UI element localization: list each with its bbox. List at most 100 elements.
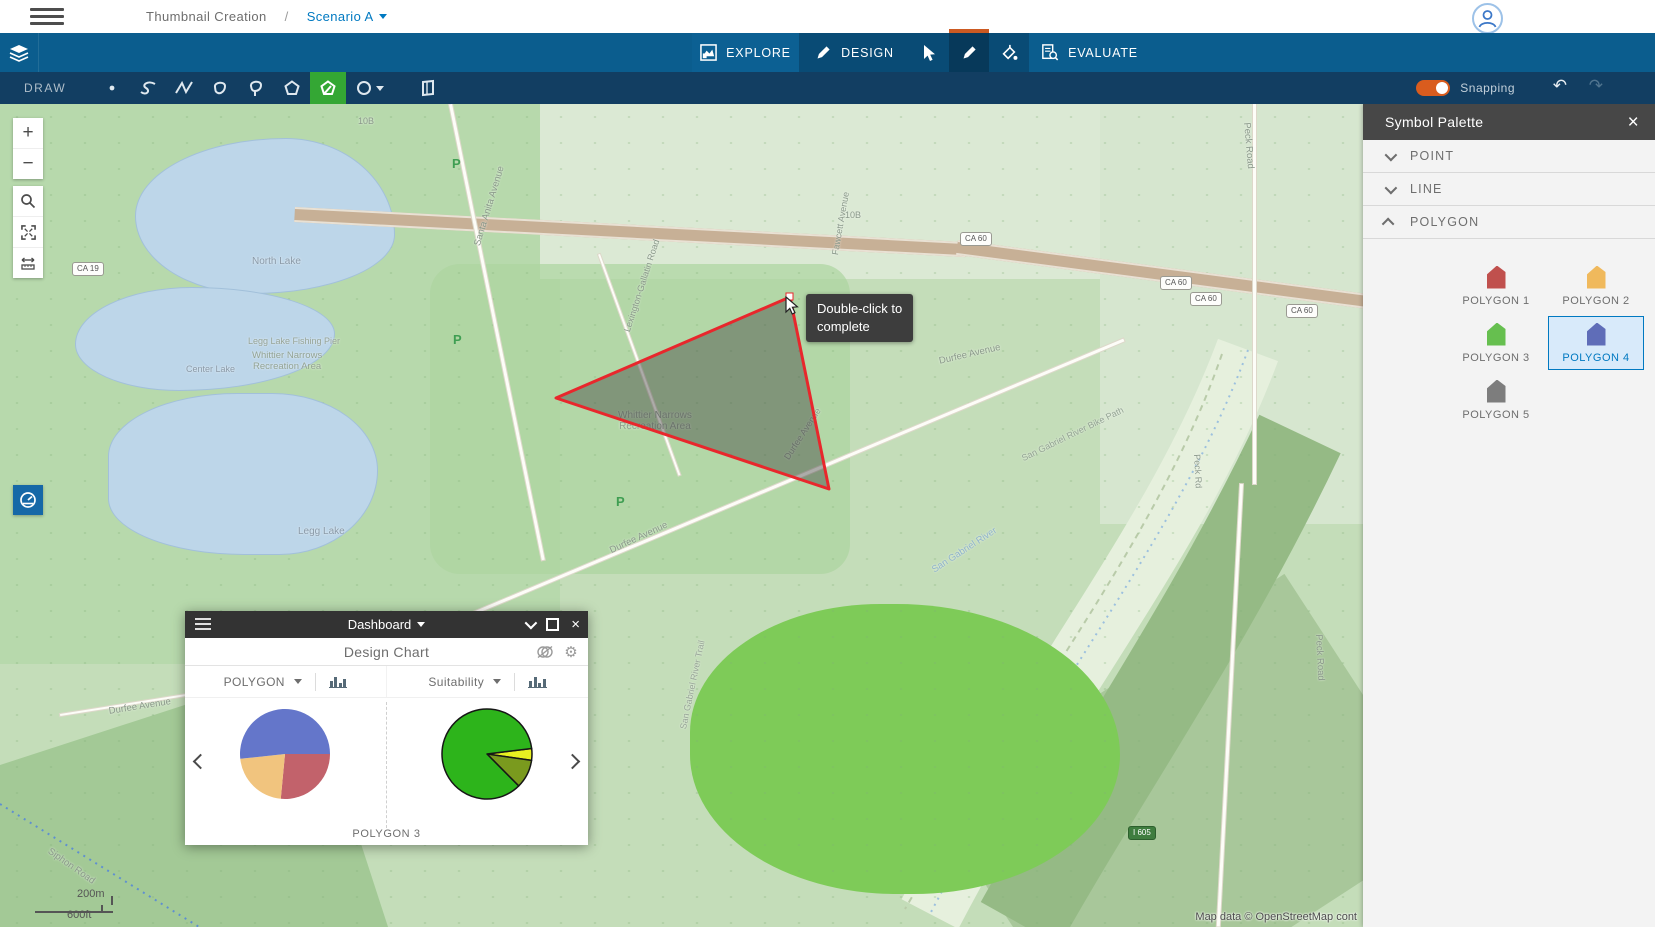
- polygon-symbol-tile[interactable]: POLYGON 5: [1448, 373, 1544, 427]
- chart1-controls: POLYGON: [185, 666, 386, 697]
- close-icon[interactable]: ×: [571, 617, 580, 632]
- scale-metric: 200m: [77, 888, 105, 900]
- section-polygon[interactable]: POLYGON: [1363, 206, 1655, 239]
- user-avatar[interactable]: [1472, 3, 1503, 34]
- polygon-symbol-label: POLYGON 3: [1462, 352, 1529, 364]
- section-line[interactable]: LINE: [1363, 173, 1655, 206]
- draw-tool-button[interactable]: [949, 33, 989, 72]
- polygon-swatch-icon: [1487, 266, 1506, 289]
- dashboard-subtitle: Design Chart: [344, 644, 429, 660]
- map-attribution: Map data © OpenStreetMap cont: [1195, 911, 1357, 923]
- scale-imperial: 600ft: [67, 909, 91, 921]
- tab-explore[interactable]: EXPLORE: [692, 33, 799, 72]
- chart2-controls: Suitability: [386, 666, 588, 697]
- measure-icon: [20, 255, 36, 271]
- breadcrumb: Thumbnail Creation / Scenario A: [146, 9, 387, 24]
- maximize-icon[interactable]: [546, 618, 559, 631]
- shape-from-map-icon: [419, 79, 437, 97]
- redo-button[interactable]: ↷: [1589, 76, 1603, 96]
- chart2-field-dropdown[interactable]: Suitability: [428, 675, 484, 689]
- tab-evaluate-label: EVALUATE: [1068, 46, 1138, 60]
- pie-chart-suitability[interactable]: [439, 706, 535, 802]
- freehand-line-icon: [138, 79, 158, 97]
- carousel-next-button[interactable]: [565, 754, 581, 770]
- shape-from-map-tool-button[interactable]: [410, 72, 446, 104]
- tab-evaluate[interactable]: EVALUATE: [1029, 33, 1150, 72]
- pie-chart-polygon[interactable]: [237, 706, 333, 802]
- scenario-dropdown[interactable]: Scenario A: [307, 9, 387, 24]
- chevron-down-icon[interactable]: [294, 679, 302, 684]
- layers-button[interactable]: [0, 33, 39, 72]
- measure-button[interactable]: [13, 248, 43, 278]
- top-bar: Thumbnail Creation / Scenario A: [0, 0, 1655, 33]
- app-menu-icon[interactable]: [30, 8, 64, 25]
- freehand-polygon-tool-button[interactable]: [202, 72, 238, 104]
- circle-tool-button[interactable]: [346, 72, 394, 104]
- map-tools: [13, 186, 43, 278]
- snapping-label: Snapping: [1460, 81, 1515, 95]
- tab-design[interactable]: DESIGN: [799, 33, 910, 72]
- point-tool-button[interactable]: [94, 72, 130, 104]
- polygon-tool-button[interactable]: [274, 72, 310, 104]
- dashboard-title: Dashboard: [348, 617, 412, 632]
- symbol-palette-header: Symbol Palette ×: [1363, 104, 1655, 140]
- gear-icon[interactable]: ⚙: [564, 643, 578, 661]
- polyline-tool-button[interactable]: [166, 72, 202, 104]
- gauge-icon: [19, 491, 37, 509]
- dashboard-title-bar[interactable]: Dashboard ×: [185, 611, 588, 638]
- polygon-symbol-tile[interactable]: POLYGON 1: [1448, 259, 1544, 313]
- dashboard-window: Dashboard × Design Chart ⚙ POLYGON Suita…: [185, 611, 588, 845]
- pie-slice-blue[interactable]: [240, 709, 330, 759]
- polygon-symbol-label: POLYGON 1: [1462, 295, 1529, 307]
- pencil-icon: [961, 44, 978, 61]
- freehand-autocomplete-tool-button[interactable]: [238, 72, 274, 104]
- default-extent-button[interactable]: [13, 217, 43, 248]
- zoom-control: + −: [13, 118, 43, 179]
- arrow-cursor-icon: [922, 44, 938, 62]
- freehand-polygon-icon: [210, 79, 230, 97]
- close-icon[interactable]: ×: [1628, 113, 1639, 132]
- bar-chart-toggle-icon[interactable]: [329, 675, 348, 688]
- dashboard-subheader: Design Chart ⚙: [185, 638, 588, 666]
- freehand-line-tool-button[interactable]: [130, 72, 166, 104]
- chart1-field-dropdown[interactable]: POLYGON: [224, 675, 285, 689]
- mouse-cursor-icon: [784, 296, 802, 316]
- chevron-down-icon[interactable]: [493, 679, 501, 684]
- polygon-symbol-tile[interactable]: POLYGON 2: [1548, 259, 1644, 313]
- undo-button[interactable]: ↶: [1553, 76, 1567, 96]
- select-tool-button[interactable]: [910, 33, 949, 72]
- visibility-toggle-icon[interactable]: [536, 645, 554, 659]
- polygon-symbol-label: POLYGON 5: [1462, 409, 1529, 421]
- snapping-toggle[interactable]: [1416, 80, 1450, 96]
- autocomplete-polygon-tool-button[interactable]: [310, 72, 346, 104]
- tab-design-label: DESIGN: [841, 46, 894, 60]
- search-button[interactable]: [13, 186, 43, 217]
- draw-tooltip: Double-click to complete: [806, 294, 913, 342]
- pie-slice-orange[interactable]: [240, 754, 285, 799]
- zoom-in-button[interactable]: +: [13, 118, 43, 149]
- zoom-out-button[interactable]: −: [13, 149, 43, 179]
- polygon-symbol-grid: POLYGON 1 POLYGON 2 POLYGON 3 POLYGON 4 POLY…: [1363, 239, 1655, 427]
- breadcrumb-project[interactable]: Thumbnail Creation: [146, 9, 267, 24]
- section-point[interactable]: POINT: [1363, 140, 1655, 173]
- polygon-swatch-icon: [1487, 380, 1506, 403]
- breadcrumb-separator: /: [285, 9, 289, 24]
- section-line-label: LINE: [1410, 182, 1443, 196]
- scale-bar: 200m 600ft: [35, 888, 155, 924]
- tooltip-line1: Double-click to: [817, 300, 902, 318]
- pie-slice-red[interactable]: [281, 754, 330, 799]
- dashboard-gauge-button[interactable]: [13, 485, 43, 515]
- polygon-swatch-icon: [1587, 266, 1606, 289]
- section-polygon-label: POLYGON: [1410, 215, 1479, 229]
- carousel-prev-button[interactable]: [193, 754, 209, 770]
- polygon-icon: [283, 79, 301, 97]
- polygon-symbol-tile[interactable]: POLYGON 4: [1548, 316, 1644, 370]
- fill-tool-button[interactable]: [989, 33, 1029, 72]
- dashboard-menu-icon[interactable]: [195, 618, 211, 633]
- freehand-autocomplete-icon: [246, 79, 266, 97]
- person-icon: [1474, 5, 1501, 32]
- bar-chart-toggle-icon[interactable]: [528, 675, 547, 688]
- polygon-symbol-tile[interactable]: POLYGON 3: [1448, 316, 1544, 370]
- section-point-label: POINT: [1410, 149, 1454, 163]
- collapse-icon[interactable]: [525, 617, 538, 630]
